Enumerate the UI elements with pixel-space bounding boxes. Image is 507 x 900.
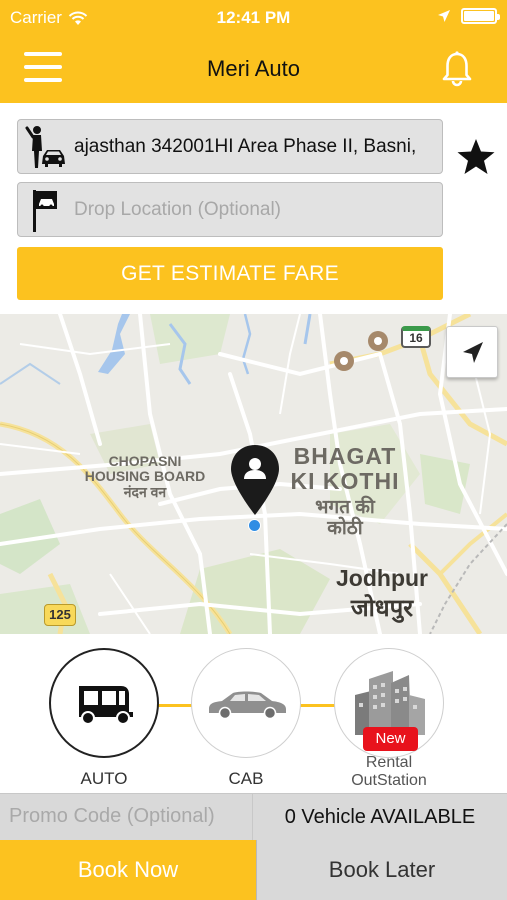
promo-code-input[interactable]: Promo Code (Optional): [0, 794, 253, 840]
vehicle-label-auto: AUTO: [80, 769, 128, 788]
star-icon[interactable]: [456, 137, 496, 177]
new-badge: New: [363, 727, 418, 751]
vehicle-option-cab[interactable]: [191, 648, 301, 758]
map-pin-icon: [231, 445, 279, 515]
buildings-icon: [355, 671, 425, 735]
navbar: Meri Auto: [0, 36, 507, 103]
map-label-jodhpur: Jodhpur: [336, 565, 428, 591]
bell-icon[interactable]: [439, 50, 475, 88]
status-right: [437, 8, 500, 24]
get-estimate-fare-button[interactable]: GET ESTIMATE FARE: [17, 247, 443, 300]
auto-rickshaw-icon: [79, 686, 133, 725]
route-shield-125: 125: [44, 604, 76, 626]
page-title: Meri Auto: [207, 56, 300, 81]
current-location-dot: [248, 519, 261, 532]
map-label-bhagat-ki-kothi: BHAGAT KI KOTHI: [290, 443, 400, 495]
map-view[interactable]: 16 125 CHOPASNI HOUSING BOARD नंदन वन BH…: [0, 314, 507, 634]
car-icon: [209, 691, 286, 719]
promo-row: Promo Code (Optional) 0 Vehicle AVAILABL…: [0, 793, 507, 840]
status-time: 12:41 PM: [216, 8, 291, 27]
pickup-location-field[interactable]: ajasthan 342001HI Area Phase II, Basni,: [17, 119, 443, 174]
vehicle-option-rental[interactable]: New: [334, 648, 444, 758]
book-later-button[interactable]: Book Later: [256, 840, 507, 900]
route-shield-16: 16: [401, 326, 431, 348]
flag-car-icon: [33, 190, 57, 232]
map-label-bhagat-ki-kothi-hindi: भगत की कोठी: [315, 497, 375, 539]
book-now-button[interactable]: Book Now: [0, 840, 256, 900]
person-with-car-icon: [25, 126, 65, 168]
navigation-arrow-icon: [463, 342, 483, 363]
pickup-location-text: ajasthan 342001HI Area Phase II, Basni,: [74, 136, 417, 157]
app-header: Carrier 12:41 PM Meri Auto: [0, 0, 507, 103]
drop-location-field[interactable]: Drop Location (Optional): [17, 182, 443, 237]
vehicle-circle-rental: New: [334, 648, 444, 758]
vehicle-label-cab: CAB: [228, 769, 264, 788]
location-arrow-icon: [438, 10, 450, 22]
map-label-chopasni: CHOPASNI HOUSING BOARD नंदन वन: [84, 453, 206, 500]
drop-location-placeholder: Drop Location (Optional): [74, 199, 281, 220]
vehicle-circle-cab: [191, 648, 301, 758]
vehicle-label-rental: Rental OutStation: [351, 754, 427, 789]
status-bar: Carrier 12:41 PM: [0, 0, 507, 36]
vehicle-option-auto[interactable]: [49, 648, 159, 758]
vehicle-circle-auto: [49, 648, 159, 758]
map-label-jodhpur-hindi: जोधपुर: [350, 595, 414, 622]
battery-icon: [461, 8, 500, 24]
vehicle-availability: 0 Vehicle AVAILABLE: [284, 806, 476, 828]
locate-me-button[interactable]: [446, 326, 498, 378]
